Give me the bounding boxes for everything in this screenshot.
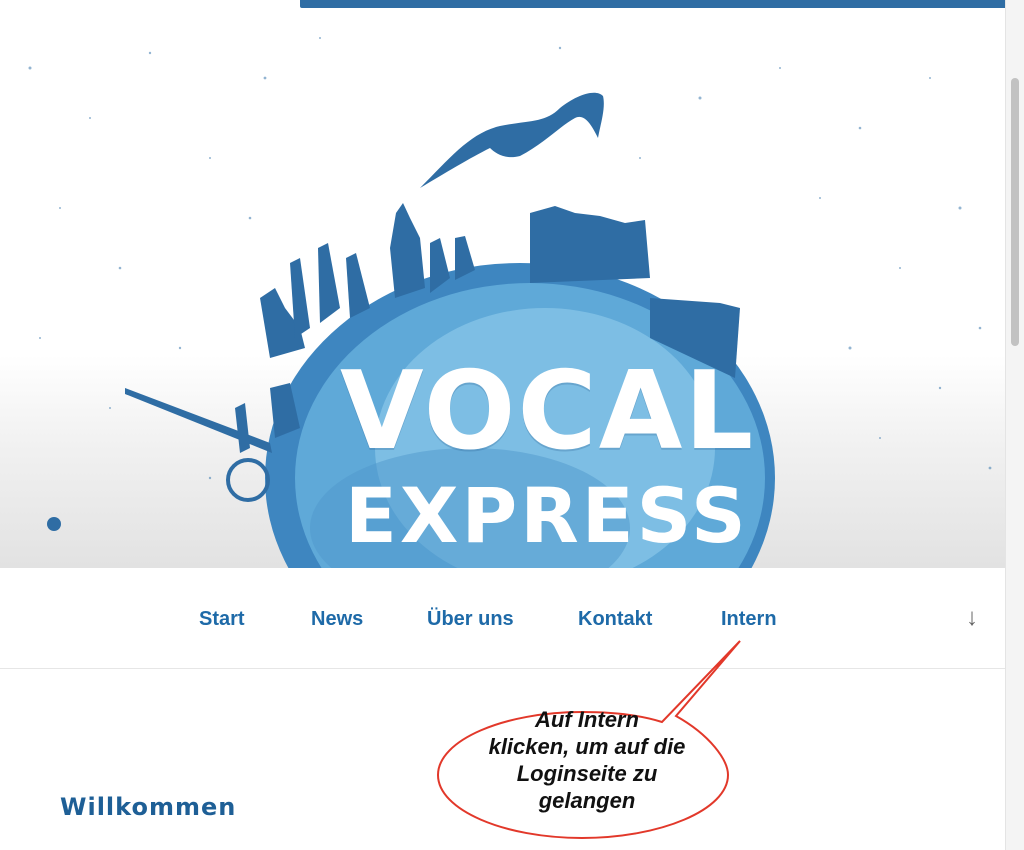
nav-item-ueber-uns[interactable]: Über uns bbox=[427, 608, 514, 631]
nav-item-news[interactable]: News bbox=[311, 608, 363, 631]
top-accent-bar bbox=[300, 0, 1005, 8]
nav-item-intern[interactable]: Intern bbox=[721, 608, 777, 631]
scrollbar-thumb[interactable] bbox=[1011, 78, 1019, 346]
main-navigation: Start News Über uns Kontakt Intern ↓ bbox=[0, 568, 1005, 669]
arrow-down-icon[interactable]: ↓ bbox=[966, 604, 978, 632]
callout-text: Auf Intern klicken, um auf die Loginseit… bbox=[446, 706, 728, 814]
nav-item-start[interactable]: Start bbox=[199, 608, 245, 631]
logo-wordmark-vocal: VOCAL bbox=[340, 349, 756, 474]
vertical-scrollbar[interactable] bbox=[1005, 0, 1024, 850]
callout-line: gelangen bbox=[538, 788, 636, 813]
hero-banner: VOCAL EXPRESS bbox=[0, 8, 1005, 568]
nav-item-kontakt[interactable]: Kontakt bbox=[578, 608, 652, 631]
page-viewport: VOCAL EXPRESS Start News Über uns Kontak… bbox=[0, 0, 1005, 850]
callout-line: Loginseite zu bbox=[516, 761, 658, 786]
logo-wordmark-express: EXPRESS bbox=[345, 471, 749, 560]
page-title: Willkommen bbox=[60, 793, 237, 821]
callout-line: Auf Intern bbox=[535, 707, 639, 732]
callout-line: klicken, um auf die bbox=[488, 734, 686, 759]
